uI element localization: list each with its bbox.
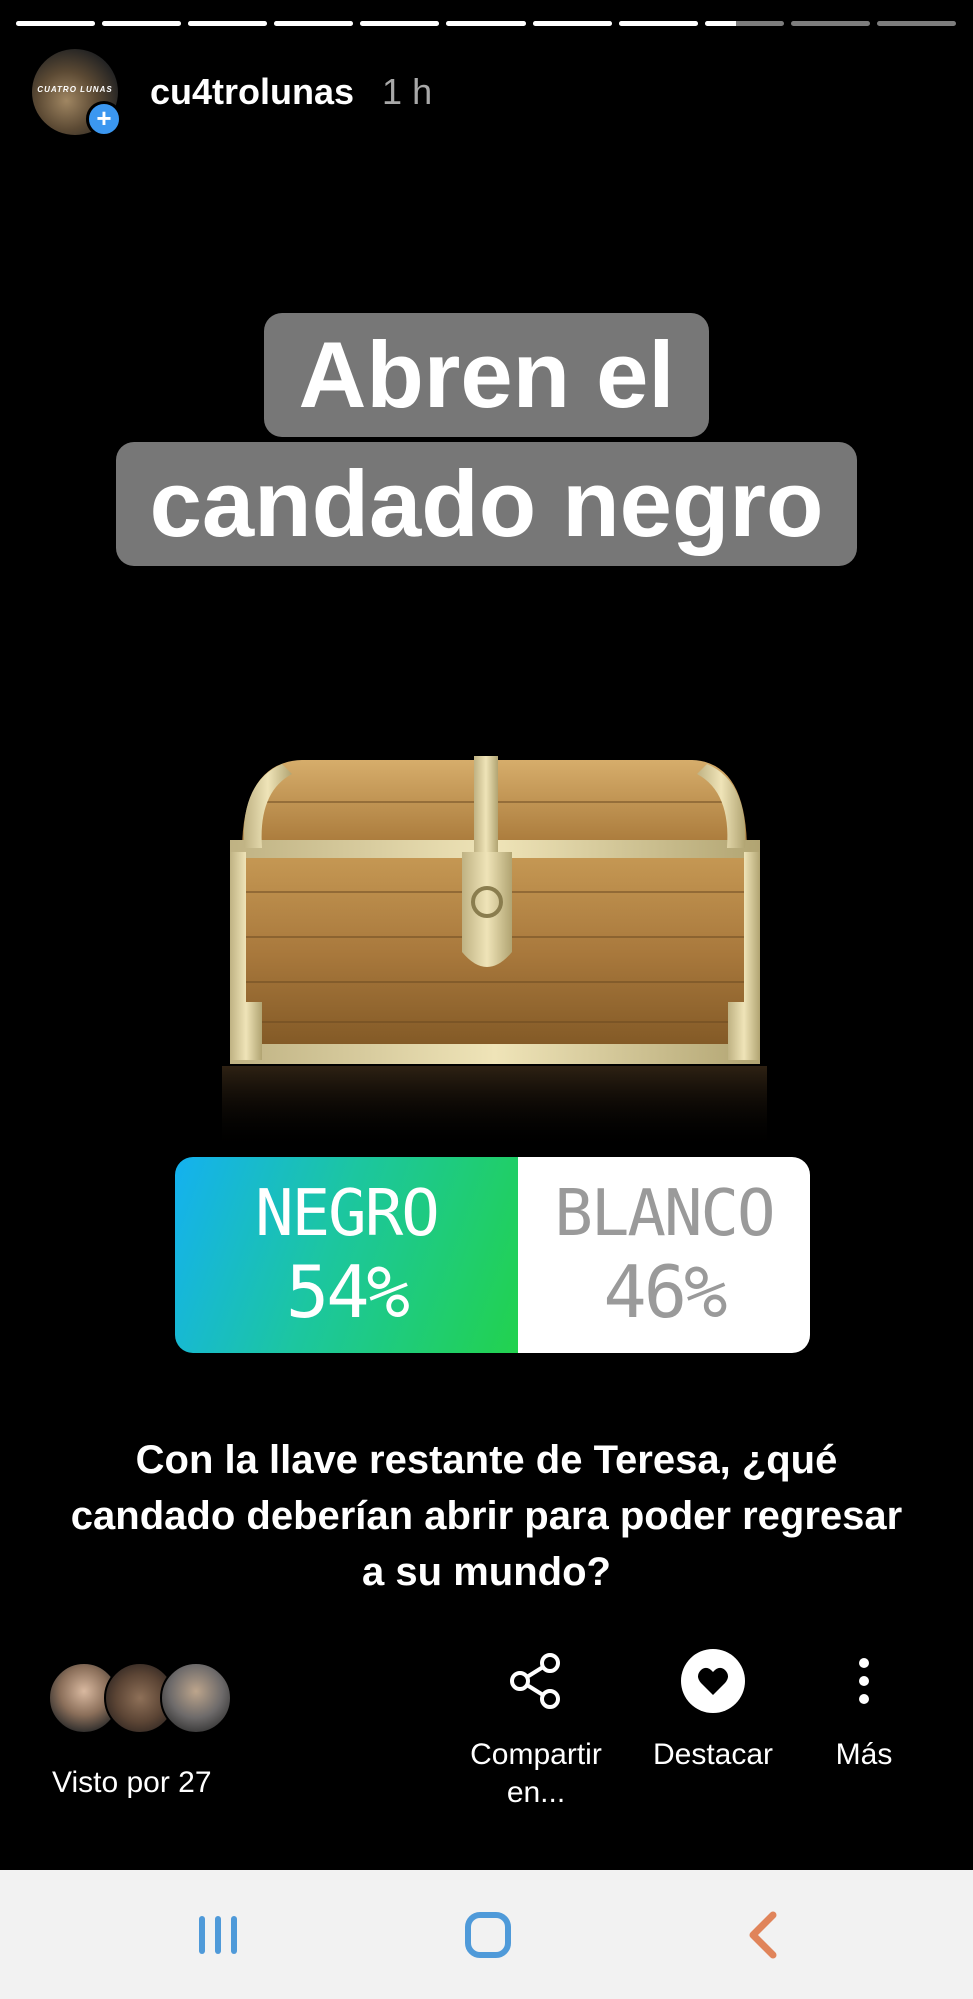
poll-sticker: NEGRO 54% BLANCO 46%	[175, 1157, 810, 1353]
poll-option-blanco-label: BLANCO	[554, 1177, 775, 1251]
story-question-text: Con la llave restante de Teresa, ¿qué ca…	[70, 1438, 903, 1594]
system-navigation-bar	[0, 1870, 973, 1999]
progress-segment	[532, 21, 612, 26]
progress-segment	[876, 21, 957, 26]
more-button[interactable]: Más	[814, 1650, 914, 1774]
highlight-label: Destacar	[652, 1738, 774, 1771]
progress-segment	[102, 21, 182, 26]
profile-avatar[interactable]: CUATRO LUNAS +	[32, 49, 122, 137]
heart-icon	[640, 1649, 786, 1713]
progress-segment-fill	[704, 21, 737, 26]
progress-segment-fill	[360, 21, 440, 26]
progress-segment-fill	[532, 21, 612, 26]
recents-icon	[199, 1916, 237, 1954]
poll-option-negro[interactable]: NEGRO 54%	[175, 1157, 518, 1353]
story-header: CUATRO LUNAS + cu4trolunas 1 h	[32, 48, 433, 137]
progress-segment-fill	[274, 21, 354, 26]
avatar-logo-text: CUATRO LUNAS	[37, 85, 113, 94]
treasure-chest-image	[222, 756, 767, 1150]
title-line-2-wrap: candado negro	[0, 442, 973, 566]
poll-option-blanco-percent: 46%	[603, 1250, 727, 1334]
home-button[interactable]	[460, 1910, 516, 1960]
share-icon	[458, 1650, 614, 1712]
story-progress-bar	[16, 21, 957, 26]
progress-segment	[704, 21, 784, 26]
more-vertical-icon	[814, 1650, 914, 1712]
highlight-button[interactable]: Destacar	[640, 1649, 786, 1774]
poll-option-blanco[interactable]: BLANCO 46%	[517, 1157, 810, 1353]
more-label: Más	[835, 1738, 893, 1771]
post-time: 1 h	[382, 71, 433, 112]
progress-segment-fill	[188, 21, 268, 26]
story-title-line-2: candado negro	[115, 442, 858, 566]
back-button[interactable]	[738, 1910, 788, 1960]
progress-segment-fill	[618, 21, 698, 26]
back-icon	[749, 1911, 777, 1959]
share-button[interactable]: Compartir en...	[458, 1650, 614, 1812]
viewer-avatars[interactable]	[48, 1662, 248, 1734]
share-label-line-1: Compartir	[470, 1738, 602, 1771]
progress-segment	[16, 21, 96, 26]
progress-segment	[188, 21, 268, 26]
story-title-line-1: Abren el	[264, 313, 709, 437]
progress-segment	[618, 21, 698, 26]
add-story-plus-icon[interactable]: +	[86, 101, 122, 137]
share-label-line-2: en...	[506, 1776, 566, 1809]
recents-button[interactable]	[190, 1910, 246, 1960]
home-icon	[465, 1912, 511, 1958]
username[interactable]: cu4trolunas	[150, 71, 354, 113]
progress-segment	[274, 21, 354, 26]
progress-segment	[446, 21, 526, 26]
progress-segment	[360, 21, 440, 26]
progress-segment	[790, 21, 870, 26]
progress-segment-fill	[16, 21, 96, 26]
viewer-avatar-3[interactable]	[160, 1662, 232, 1734]
viewed-by-count[interactable]: Visto por 27	[52, 1766, 212, 1800]
poll-option-negro-label: NEGRO	[255, 1177, 440, 1251]
progress-segment-fill	[446, 21, 526, 26]
progress-segment-fill	[102, 21, 182, 26]
title-line-1-wrap: Abren el	[0, 313, 973, 437]
poll-option-negro-percent: 54%	[285, 1250, 410, 1334]
